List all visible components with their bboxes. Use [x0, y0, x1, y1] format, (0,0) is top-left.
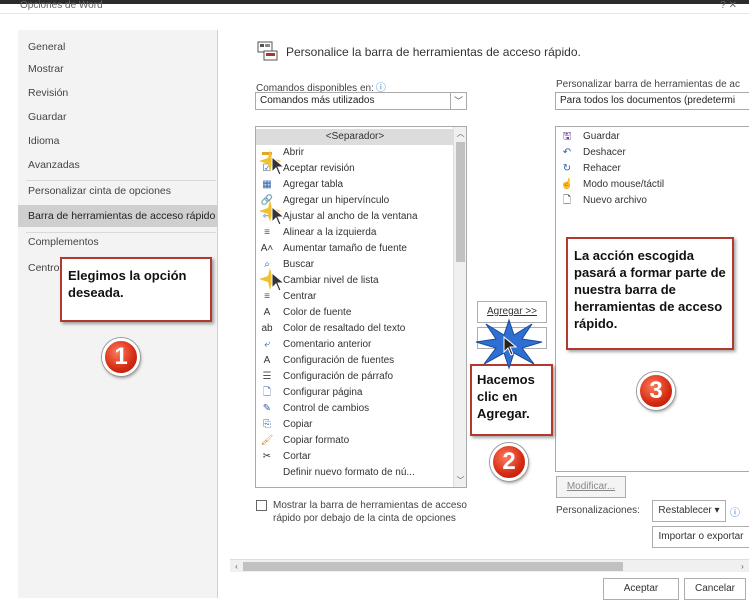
list-item[interactable]: ☝ Modo mouse/táctil — [560, 177, 664, 193]
list-item[interactable]: ⤶ Comentario anterior — [260, 337, 371, 353]
list-item[interactable]: ✎ Control de cambios — [260, 401, 369, 417]
scroll-right-icon[interactable]: › — [736, 560, 749, 573]
toolbar-scope-value: Para todos los documentos (predetermi — [560, 95, 736, 106]
new-file-icon: 🗋 — [562, 195, 572, 206]
list-item[interactable]: ↶ Deshacer — [560, 145, 626, 161]
track-changes-icon: ✎ — [262, 403, 272, 414]
page-setup-icon: 🗋 — [262, 387, 272, 398]
copy-icon: ⎘ — [263, 419, 271, 430]
list-item[interactable]: A˄ Aumentar tamaño de fuente — [260, 241, 407, 257]
sidebar-item-complementos[interactable]: Complementos — [18, 231, 218, 253]
mouse-cursor-icon — [271, 272, 285, 292]
sidebar-item-guardar[interactable]: Guardar — [18, 106, 218, 128]
list-item[interactable]: ab Color de resaltado del texto — [260, 321, 405, 337]
sidebar-item-barra-acceso-rapido[interactable]: Barra de herramientas de acceso rápido — [18, 205, 218, 227]
reset-button[interactable]: Restablecer ▾ — [652, 500, 726, 522]
step-two-badge: 2 — [490, 443, 528, 481]
comment-icon: ⤶ — [264, 339, 270, 350]
callout-step-one: Elegimos la opción deseada. — [60, 257, 212, 322]
info-icon: ⓘ — [730, 508, 740, 519]
title-bar-stripe — [0, 0, 749, 4]
list-item[interactable]: Definir nuevo formato de nú... — [260, 465, 415, 481]
sidebar-item-general[interactable]: General — [18, 36, 218, 58]
table-icon: ▦ — [262, 179, 272, 190]
window-title: Opciones de Word — [20, 0, 103, 11]
page-title: Personalice la barra de herramientas de … — [286, 45, 581, 59]
commands-source-value: Comandos más utilizados — [260, 95, 375, 106]
mouse-cursor-icon — [271, 156, 285, 176]
cut-icon: ✂ — [262, 451, 272, 462]
sidebar-item-revision[interactable]: Revisión — [18, 82, 218, 104]
list-item[interactable]: 🖌 Copiar formato — [260, 433, 350, 449]
scrollbar-thumb[interactable] — [243, 562, 623, 571]
ok-button[interactable]: Aceptar — [603, 578, 679, 600]
scroll-up-icon[interactable]: ︿ — [454, 127, 466, 140]
list-item[interactable]: 🗋 Configurar página — [260, 385, 363, 401]
show-below-ribbon-label: Mostrar la barra de herramientas de acce… — [273, 500, 467, 524]
font-color-icon: A — [263, 307, 271, 318]
paragraph-icon: ☰ — [262, 371, 272, 382]
list-item[interactable]: A Configuración de fuentes — [260, 353, 395, 369]
list-item[interactable]: ☰ Configuración de párrafo — [260, 369, 394, 385]
redo-icon: ↻ — [562, 163, 572, 174]
show-below-ribbon-checkbox[interactable] — [256, 500, 267, 511]
window-title-bar: Opciones de Word ? ✕ — [0, 0, 749, 14]
scroll-left-icon[interactable]: ‹ — [230, 560, 243, 573]
commands-source-dropdown[interactable]: Comandos más utilizados ﹀ — [255, 92, 467, 110]
mouse-cursor-icon — [503, 336, 517, 356]
list-item[interactable]: 🖫 Guardar — [560, 129, 620, 145]
commands-list-scrollbar[interactable]: ︿ ﹀ — [453, 127, 466, 487]
sidebar-item-idioma[interactable]: Idioma — [18, 130, 218, 152]
window-controls[interactable]: ? ✕ — [720, 0, 737, 11]
toolbar-scope-label: Personalizar barra de herramientas de ac — [556, 79, 740, 90]
highlight-icon: ab — [261, 323, 273, 334]
sidebar-item-personalizar-cinta[interactable]: Personalizar cinta de opciones — [18, 180, 218, 202]
callout-step-two: Hacemos clic en Agregar. — [470, 364, 553, 436]
scrollbar-thumb[interactable] — [456, 142, 465, 262]
sidebar-item-mostrar[interactable]: Mostrar — [18, 58, 218, 80]
font-grow-icon: A˄ — [260, 243, 274, 254]
import-export-button[interactable]: Importar o exportar — [652, 526, 749, 548]
customizations-label: Personalizaciones: — [556, 505, 640, 516]
save-icon: 🖫 — [562, 131, 572, 142]
list-item[interactable]: 🗋 Nuevo archivo — [560, 193, 647, 209]
callout-step-three: La acción escogida pasará a formar parte… — [566, 237, 734, 350]
step-one-badge: 1 — [102, 338, 140, 376]
list-item[interactable]: ↻ Rehacer — [560, 161, 621, 177]
quick-access-toolbar-icon — [257, 41, 278, 61]
toolbar-scope-dropdown[interactable]: Para todos los documentos (predetermi — [555, 92, 749, 110]
step-three-badge: 3 — [637, 372, 675, 410]
cancel-button[interactable]: Cancelar — [684, 578, 746, 600]
list-item[interactable]: A Color de fuente — [260, 305, 352, 321]
horizontal-scrollbar[interactable]: ‹ › — [230, 559, 749, 572]
list-item-separator[interactable]: <Separador> — [256, 129, 454, 145]
list-item[interactable]: ≡ Alinear a la izquierda — [260, 225, 376, 241]
modify-button[interactable]: Modificar... — [556, 476, 626, 498]
commands-list[interactable]: <Separador> ▬ Abrir ☑ Aceptar revisión ▦ Ag… — [255, 126, 467, 488]
scroll-down-icon[interactable]: ﹀ — [454, 474, 466, 487]
list-item[interactable]: ⎘ Copiar — [260, 417, 312, 433]
undo-icon: ↶ — [562, 147, 572, 158]
list-item[interactable]: ≡ Centrar — [260, 289, 316, 305]
align-left-icon: ≡ — [264, 227, 270, 238]
list-item[interactable]: ▦ Agregar tabla — [260, 177, 343, 193]
touch-icon: ☝ — [560, 179, 574, 190]
sidebar-item-avanzadas[interactable]: Avanzadas — [18, 154, 218, 176]
list-item[interactable]: ✂ Cortar — [260, 449, 311, 465]
mouse-cursor-icon — [271, 206, 285, 226]
chevron-down-icon: ﹀ — [450, 93, 466, 109]
font-settings-icon: A — [263, 355, 271, 366]
format-painter-icon: 🖌 — [260, 435, 274, 446]
